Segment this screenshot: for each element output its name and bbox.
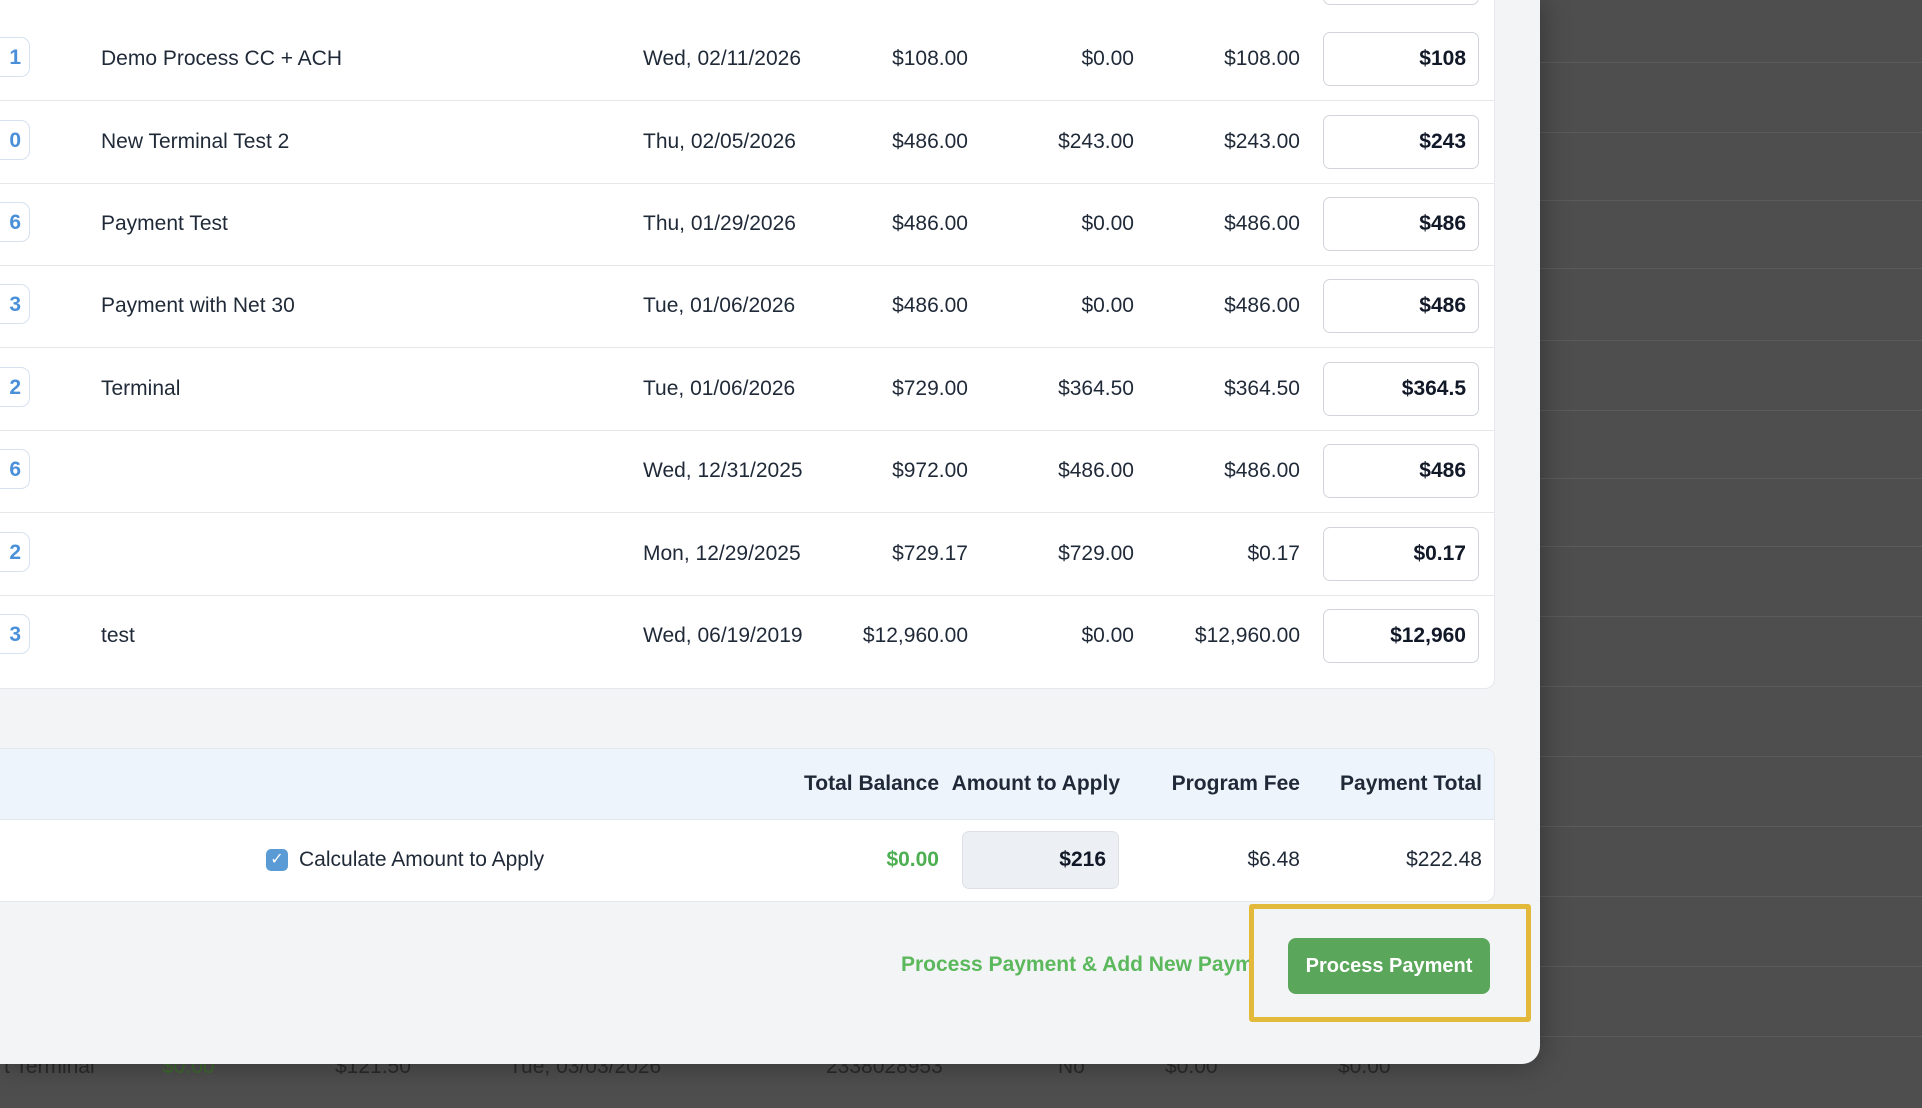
invoice-paid: $243.00 xyxy=(1058,130,1134,153)
program-fee-value: $6.48 xyxy=(1247,848,1300,871)
invoice-balance: $364.50 xyxy=(1224,377,1300,400)
table-row: 3 Payment with Net 30 Tue, 01/06/2026 $4… xyxy=(0,265,1494,348)
apply-amount-input[interactable]: $364.5 xyxy=(1323,362,1479,416)
header-payment-total: Payment Total xyxy=(1340,772,1482,795)
header-program-fee: Program Fee xyxy=(1171,772,1300,795)
invoice-id-badge[interactable]: 3 xyxy=(0,284,30,324)
invoice-total: $108.00 xyxy=(892,47,968,70)
process-payment-button[interactable]: Process Payment xyxy=(1288,938,1490,994)
invoice-date: Thu, 01/29/2026 xyxy=(643,212,796,235)
invoice-date: Wed, 12/31/2025 xyxy=(643,459,803,482)
invoice-id-badge[interactable]: 6 xyxy=(0,202,30,242)
table-row: 3 test Wed, 06/19/2019 $12,960.00 $0.00 … xyxy=(0,595,1494,677)
invoice-paid: $0.00 xyxy=(1081,212,1134,235)
invoice-id-badge[interactable]: 2 xyxy=(0,367,30,407)
apply-amount-input[interactable]: $12,960 xyxy=(1323,609,1479,663)
invoice-table: 1 Demo Process CC + ACH Wed, 02/11/2026 … xyxy=(0,0,1495,689)
invoice-date: Tue, 01/06/2026 xyxy=(643,294,796,317)
invoice-id-badge[interactable]: 6 xyxy=(0,449,30,489)
amount-to-apply-field[interactable]: $216 xyxy=(962,831,1119,889)
invoice-id-badge[interactable]: 0 xyxy=(0,120,30,160)
amount-input-partial[interactable] xyxy=(1323,0,1479,5)
invoice-balance: $486.00 xyxy=(1224,294,1300,317)
table-row: 6 Wed, 12/31/2025 $972.00 $486.00 $486.0… xyxy=(0,430,1494,513)
invoice-balance: $486.00 xyxy=(1224,212,1300,235)
invoice-total: $729.00 xyxy=(892,377,968,400)
table-row: 2 Mon, 12/29/2025 $729.17 $729.00 $0.17 … xyxy=(0,513,1494,596)
invoice-date: Thu, 02/05/2026 xyxy=(643,130,796,153)
invoice-balance: $486.00 xyxy=(1224,459,1300,482)
invoice-name: Payment with Net 30 xyxy=(101,294,295,317)
calculate-label[interactable]: Calculate Amount to Apply xyxy=(299,819,544,901)
invoice-balance: $108.00 xyxy=(1224,47,1300,70)
apply-amount-input[interactable]: $108 xyxy=(1323,32,1479,86)
invoice-name: New Terminal Test 2 xyxy=(101,130,290,153)
invoice-id-badge[interactable]: 2 xyxy=(0,532,30,572)
invoice-total: $12,960.00 xyxy=(862,624,968,647)
invoice-balance: $0.17 xyxy=(1247,542,1300,565)
invoice-total: $729.17 xyxy=(892,542,968,565)
header-total-balance: Total Balance xyxy=(804,772,939,795)
invoice-date: Wed, 06/19/2019 xyxy=(643,624,803,647)
invoice-name: Payment Test xyxy=(101,212,228,235)
summary-values: ✓ Calculate Amount to Apply $0.00 $216 $… xyxy=(0,819,1494,901)
invoice-total: $972.00 xyxy=(892,459,968,482)
invoice-paid: $0.00 xyxy=(1081,294,1134,317)
apply-amount-input[interactable]: $486 xyxy=(1323,444,1479,498)
payment-modal: 1 Demo Process CC + ACH Wed, 02/11/2026 … xyxy=(0,0,1540,1064)
invoice-date: Wed, 02/11/2026 xyxy=(643,47,802,70)
table-row: 2 Terminal Tue, 01/06/2026 $729.00 $364.… xyxy=(0,348,1494,431)
invoice-paid: $364.50 xyxy=(1058,377,1134,400)
summary-header: Total Balance Amount to Apply Program Fe… xyxy=(0,749,1494,820)
header-amount-to-apply: Amount to Apply xyxy=(951,772,1120,795)
invoice-balance: $243.00 xyxy=(1224,130,1300,153)
invoice-name: test xyxy=(101,624,135,647)
invoice-paid: $0.00 xyxy=(1081,624,1134,647)
invoice-date: Mon, 12/29/2025 xyxy=(643,542,801,565)
invoice-paid: $729.00 xyxy=(1058,542,1134,565)
table-row: 0 New Terminal Test 2 Thu, 02/05/2026 $4… xyxy=(0,101,1494,184)
invoice-total: $486.00 xyxy=(892,212,968,235)
invoice-id-badge[interactable]: 1 xyxy=(0,37,30,77)
apply-amount-input[interactable]: $486 xyxy=(1323,279,1479,333)
apply-amount-input[interactable]: $0.17 xyxy=(1323,527,1479,581)
invoice-date: Tue, 01/06/2026 xyxy=(643,377,796,400)
invoice-total: $486.00 xyxy=(892,294,968,317)
invoice-total: $486.00 xyxy=(892,130,968,153)
calculate-checkbox[interactable]: ✓ xyxy=(266,849,288,871)
apply-amount-input[interactable]: $243 xyxy=(1323,115,1479,169)
table-row: 6 Payment Test Thu, 01/29/2026 $486.00 $… xyxy=(0,183,1494,266)
invoice-paid: $486.00 xyxy=(1058,459,1134,482)
total-balance-value: $0.00 xyxy=(886,848,939,871)
apply-amount-input[interactable]: $486 xyxy=(1323,197,1479,251)
process-and-add-new-link[interactable]: Process Payment & Add New Payment xyxy=(901,950,1250,980)
table-row: 1 Demo Process CC + ACH Wed, 02/11/2026 … xyxy=(0,18,1494,101)
invoice-name: Demo Process CC + ACH xyxy=(101,47,342,70)
invoice-id-badge[interactable]: 3 xyxy=(0,614,30,654)
invoice-balance: $12,960.00 xyxy=(1194,624,1300,647)
invoice-paid: $0.00 xyxy=(1081,47,1134,70)
invoice-name: Terminal xyxy=(101,377,181,400)
payment-summary: Total Balance Amount to Apply Program Fe… xyxy=(0,748,1495,902)
payment-total-value: $222.48 xyxy=(1406,848,1482,871)
